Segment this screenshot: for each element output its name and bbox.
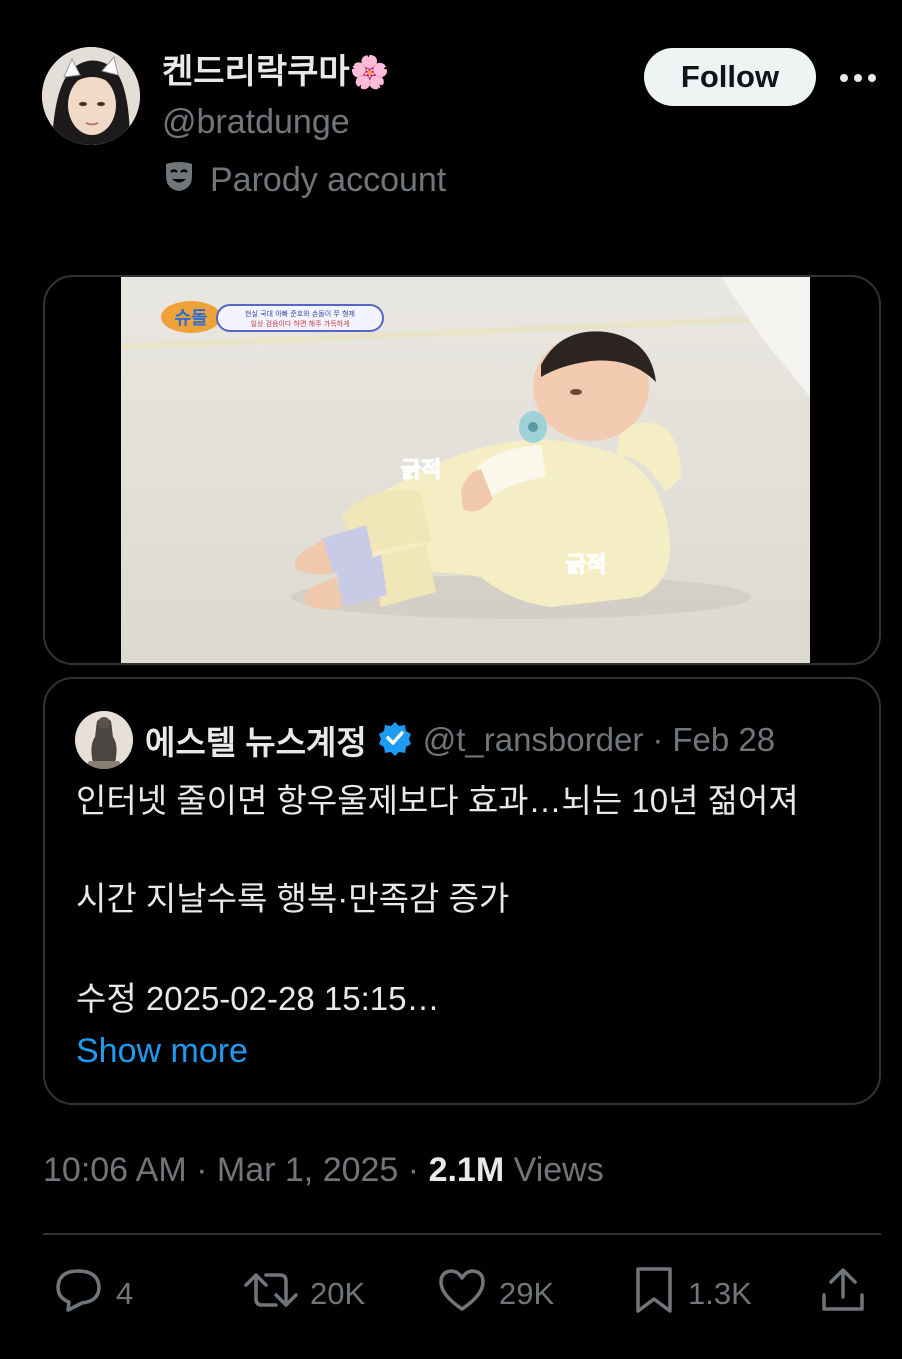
tweet-time[interactable]: 10:06 AM (43, 1151, 187, 1189)
quote-text-line-1: 인터넷 줄이면 항우울제보다 효과…뇌는 10년 젊어져 (76, 782, 799, 819)
quote-author-handle[interactable]: @t_ransborder (423, 721, 644, 759)
cherry-blossom-icon: 🌸 (349, 54, 390, 90)
caption-scratch-2: 긁적 (566, 553, 606, 578)
author-avatar[interactable] (42, 47, 140, 145)
parody-label: Parody account (162, 158, 446, 202)
views-count: 2.1M (428, 1151, 505, 1189)
verified-badge-icon (377, 720, 413, 761)
quote-text-line-3: 수정 2025-02-28 15:15… (76, 980, 440, 1017)
quote-text-line-2: 시간 지날수록 행복·만족감 증가 (76, 880, 510, 917)
like-icon (437, 1267, 487, 1321)
caption-scratch-1: 긁적 (401, 458, 441, 483)
like-button[interactable]: 29K (437, 1268, 554, 1320)
author-handle[interactable]: @bratdunge (162, 100, 350, 144)
banner-line-1: 현실 국대 아빠 준호와 손돌이 쭈 형제 (245, 309, 355, 318)
like-count: 29K (499, 1276, 555, 1311)
repost-button[interactable]: 20K (244, 1268, 365, 1320)
reply-button[interactable]: 4 (54, 1268, 133, 1320)
tweet-detail: 켄드리락쿠마🌸 @bratdunge Parody account Follow (0, 0, 902, 1359)
reply-count: 4 (116, 1276, 134, 1311)
quote-separator: · (652, 721, 664, 758)
tweet-meta: 10:06 AM · Mar 1, 2025 · 2.1M Views (43, 1147, 604, 1193)
tweet-date[interactable]: Mar 1, 2025 (217, 1151, 398, 1189)
quote-author-name[interactable]: 에스텔 뉴스계정 (145, 716, 367, 764)
logo-text: 슈돌 (174, 308, 207, 329)
share-button[interactable] (818, 1268, 868, 1320)
reply-icon (54, 1267, 104, 1321)
author-display-name[interactable]: 켄드리락쿠마🌸 (162, 50, 390, 94)
repost-icon (244, 1267, 298, 1321)
show-more-link[interactable]: Show more (76, 1029, 248, 1073)
follow-button[interactable]: Follow (644, 48, 816, 106)
more-icon[interactable] (836, 58, 880, 98)
quoted-tweet[interactable]: 에스텔 뉴스계정 @t_ransborder · Feb 28 인터넷 줄이면 … (43, 677, 881, 1105)
quote-author-avatar[interactable] (75, 711, 133, 769)
bookmark-button[interactable]: 1.3K (632, 1265, 752, 1323)
share-icon (818, 1265, 868, 1323)
quote-date[interactable]: Feb 28 (672, 721, 775, 759)
divider (43, 1233, 881, 1235)
bookmark-count: 1.3K (688, 1276, 752, 1311)
meta-separator: · (196, 1151, 208, 1189)
meta-separator: · (407, 1151, 420, 1189)
author-name-text: 켄드리락쿠마 (162, 53, 350, 91)
repost-count: 20K (310, 1276, 366, 1311)
banner-line-2: 일상 검음이다 하면 해주 가득하게 (250, 319, 349, 328)
bookmark-icon (632, 1265, 676, 1323)
parody-label-text: Parody account (210, 160, 447, 199)
baby-video-still[interactable]: 슈돌 현실 국대 아빠 준호와 손돌이 쭈 형제 일상 검음이다 하면 해주 가… (121, 277, 810, 665)
parody-mask-icon (162, 159, 196, 202)
quote-header: 에스텔 뉴스계정 @t_ransborder · Feb 28 (145, 717, 775, 763)
views-label: Views (513, 1151, 604, 1189)
media-card[interactable]: 슈돌 현실 국대 아빠 준호와 손돌이 쭈 형제 일상 검음이다 하면 해주 가… (43, 275, 881, 665)
